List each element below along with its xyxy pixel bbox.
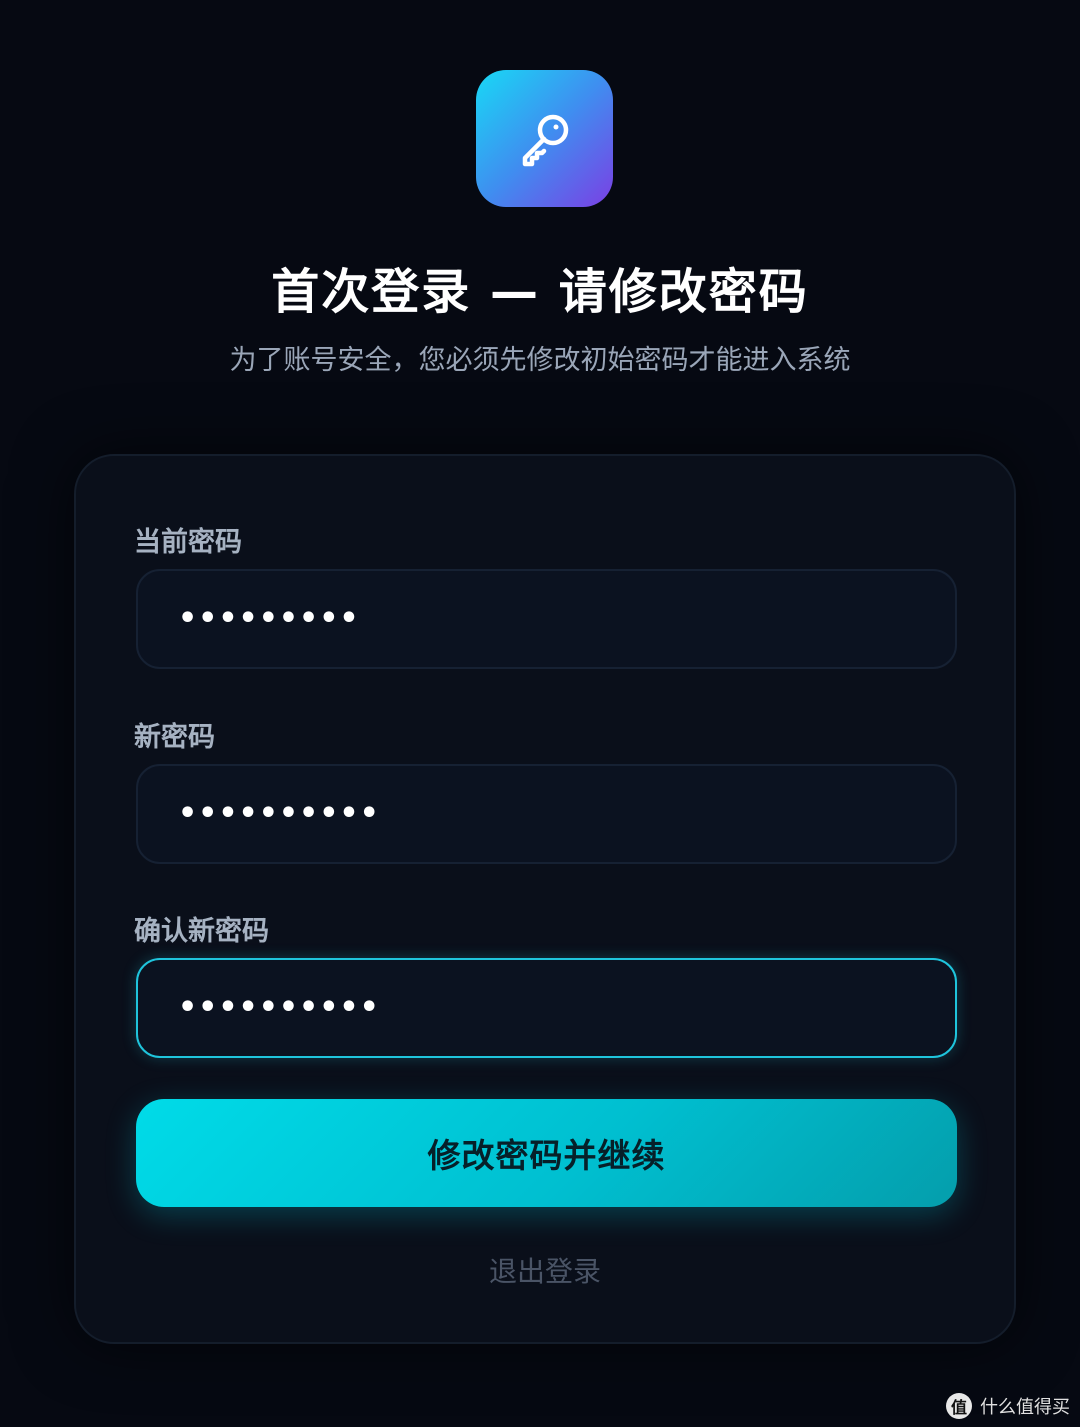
watermark-badge: 值 [946, 1393, 972, 1419]
watermark-text: 什么值得买 [980, 1397, 1070, 1418]
current-password-value: ••••••••• [178, 601, 360, 636]
new-password-value: •••••••••• [178, 796, 380, 831]
confirm-password-label: 确认新密码 [134, 916, 269, 947]
current-password-input[interactable]: ••••••••• [136, 569, 957, 669]
submit-button-label: 修改密码并继续 [427, 1136, 666, 1175]
watermark: 值 什么值得买 [946, 1393, 1070, 1419]
confirm-password-input[interactable]: •••••••••• [136, 958, 957, 1058]
change-password-submit-button[interactable]: 修改密码并继续 [136, 1099, 957, 1207]
page-subtitle: 为了账号安全，您必须先修改初始密码才能进入系统 [229, 345, 851, 376]
new-password-input[interactable]: •••••••••• [136, 764, 957, 864]
app-logo [476, 70, 613, 207]
key-icon [522, 114, 568, 166]
confirm-password-value: •••••••••• [178, 990, 380, 1025]
current-password-label: 当前密码 [134, 527, 242, 558]
logout-link[interactable]: 退出登录 [76, 1250, 1014, 1290]
page-title: 首次登录 — 请修改密码 [271, 264, 809, 320]
new-password-label: 新密码 [134, 722, 215, 753]
change-password-card: 当前密码 ••••••••• 新密码 •••••••••• 确认新密码 ••••… [74, 454, 1016, 1344]
